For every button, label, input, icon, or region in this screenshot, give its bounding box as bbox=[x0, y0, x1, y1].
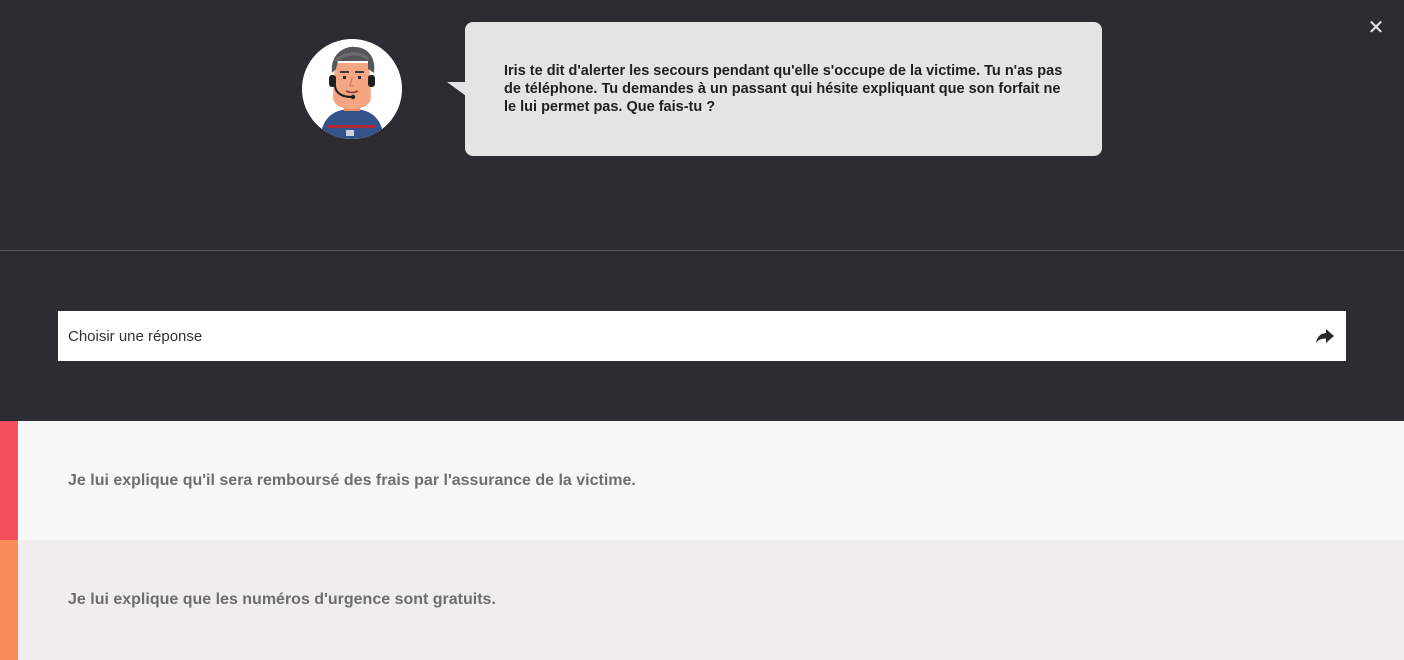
dialog-area: ✕ Iris te dit d'alerter les secours pend… bbox=[0, 0, 1404, 250]
dialog-message: Iris te dit d'alerter les secours pendan… bbox=[504, 63, 1063, 115]
speech-bubble-tail bbox=[447, 82, 466, 96]
option-label: Je lui explique que les numéros d'urgenc… bbox=[68, 591, 496, 608]
operator-avatar-icon bbox=[302, 39, 402, 139]
option-accent bbox=[0, 421, 18, 540]
avatar bbox=[302, 39, 402, 139]
option-accent bbox=[0, 540, 18, 660]
answer-bar[interactable]: Choisir une réponse bbox=[58, 311, 1346, 361]
divider bbox=[0, 250, 1404, 251]
answer-option-1[interactable]: Je lui explique qu'il sera remboursé des… bbox=[0, 421, 1404, 540]
share-arrow-icon[interactable] bbox=[1314, 325, 1336, 347]
close-button[interactable]: ✕ bbox=[1364, 16, 1388, 40]
option-label: Je lui explique qu'il sera remboursé des… bbox=[68, 471, 636, 489]
answer-placeholder: Choisir une réponse bbox=[68, 327, 203, 345]
answer-option-2[interactable]: Je lui explique que les numéros d'urgenc… bbox=[0, 540, 1404, 660]
close-icon: ✕ bbox=[1367, 17, 1385, 39]
speech-bubble: Iris te dit d'alerter les secours pendan… bbox=[465, 22, 1102, 156]
